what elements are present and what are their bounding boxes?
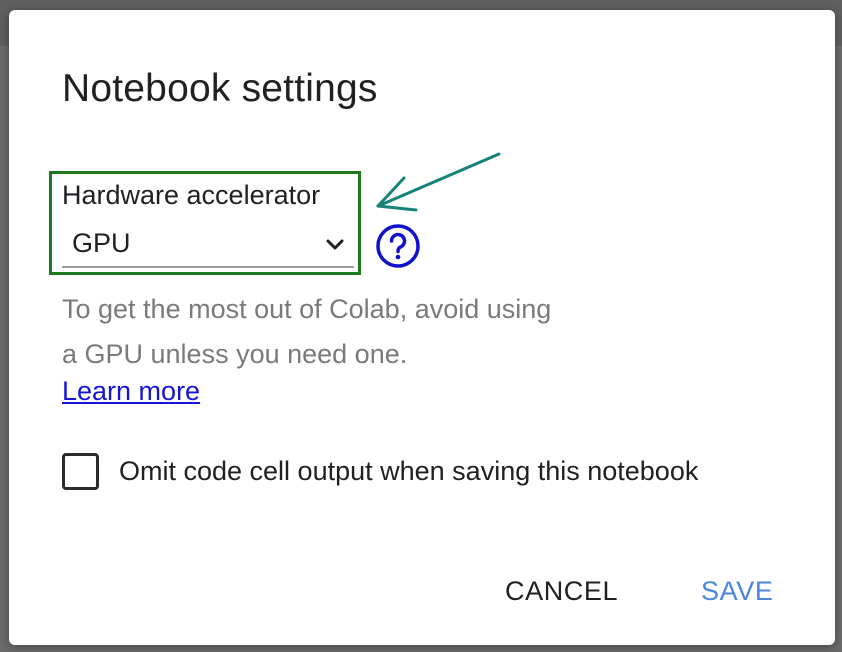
help-circle-icon[interactable]	[375, 223, 421, 269]
chevron-down-icon	[326, 239, 344, 250]
gpu-usage-hint: To get the most out of Colab, avoid usin…	[62, 294, 552, 369]
hardware-accelerator-select[interactable]: GPU	[62, 228, 354, 268]
cancel-button[interactable]: CANCEL	[495, 570, 628, 613]
omit-output-checkbox[interactable]	[62, 453, 99, 490]
learn-more-link[interactable]: Learn more	[62, 376, 200, 407]
annotation-arrow	[376, 152, 501, 212]
save-button[interactable]: SAVE	[691, 570, 783, 613]
omit-output-label[interactable]: Omit code cell output when saving this n…	[119, 456, 698, 487]
hardware-accelerator-label: Hardware accelerator	[62, 180, 321, 210]
notebook-settings-dialog: Notebook settings Hardware accelerator G…	[9, 10, 835, 645]
hardware-accelerator-value: GPU	[72, 228, 131, 258]
dialog-title: Notebook settings	[62, 67, 378, 110]
